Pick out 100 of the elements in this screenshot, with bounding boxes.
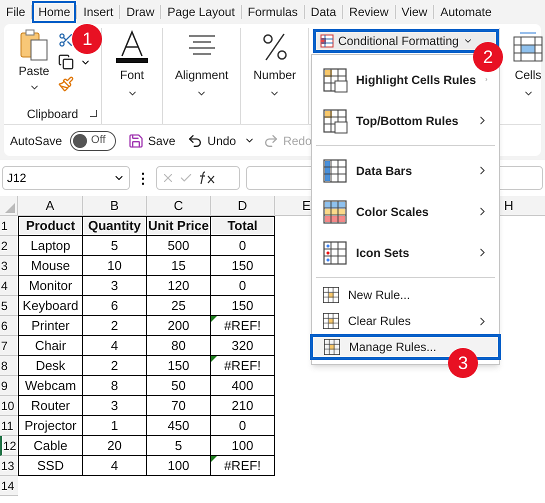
cells-icon[interactable] xyxy=(512,30,544,64)
table-cell: 5 xyxy=(147,436,211,456)
ribbon-tab[interactable]: Formulas xyxy=(242,1,304,23)
autosave-toggle[interactable]: Off xyxy=(70,130,116,150)
table-cell: 120 xyxy=(147,276,211,296)
more-options[interactable]: ⋮ xyxy=(136,168,150,188)
grid-icon xyxy=(322,312,340,330)
menu-item[interactable]: Icon Sets xyxy=(312,232,499,273)
grid-icon xyxy=(323,338,341,356)
grid-icon xyxy=(322,158,348,184)
table-cell: 3 xyxy=(83,276,147,296)
undo-button[interactable]: Undo xyxy=(187,132,236,150)
group-label: Clipboard xyxy=(26,106,78,123)
group-label[interactable]: Cells xyxy=(514,66,542,84)
group-label[interactable]: Number xyxy=(253,66,296,84)
table-cell: 200 xyxy=(147,316,211,336)
row-header[interactable]: 8 xyxy=(0,356,18,376)
table-cell: 4 xyxy=(83,456,147,476)
menu-item[interactable]: Data Bars xyxy=(312,150,499,191)
table-cell: Quantity xyxy=(83,216,147,236)
table-cell: 150 xyxy=(147,356,211,376)
row-header[interactable]: 14 xyxy=(0,476,18,496)
table-cell: 2 xyxy=(83,316,147,336)
paste-icon xyxy=(19,28,49,62)
ribbon-tab[interactable]: Data xyxy=(304,1,342,23)
table-cell: 25 xyxy=(147,296,211,316)
save-button[interactable]: Save xyxy=(128,132,176,150)
table-cell: 15 xyxy=(147,256,211,276)
row-header[interactable]: 6 xyxy=(0,316,18,336)
row-header[interactable]: 10 xyxy=(0,396,18,416)
undo-icon xyxy=(187,132,204,148)
table-cell: 70 xyxy=(147,396,211,416)
column-header[interactable]: D xyxy=(211,196,275,215)
table-cell: Projector xyxy=(18,416,83,436)
copy-icon[interactable] xyxy=(58,54,74,70)
table-cell: 6 xyxy=(83,296,147,316)
row-header[interactable]: 9 xyxy=(0,376,18,396)
table-cell: Chair xyxy=(18,336,83,356)
table-cell: 1 xyxy=(83,416,147,436)
scissors-icon[interactable] xyxy=(58,32,74,48)
grid-icon xyxy=(322,108,348,134)
menu-item[interactable]: New Rule... xyxy=(312,282,499,308)
autosave-label: AutoSave xyxy=(10,132,62,150)
font-icon[interactable] xyxy=(114,30,150,64)
table-cell: #REF! xyxy=(211,356,275,376)
ribbon-tab[interactable]: Insert xyxy=(77,1,120,23)
table-cell: 100 xyxy=(211,436,275,456)
paintbrush-icon[interactable] xyxy=(58,76,74,92)
table-cell: 0 xyxy=(211,416,275,436)
table-cell: 5 xyxy=(83,236,147,256)
column-header[interactable]: A xyxy=(18,196,83,215)
table-cell: Printer xyxy=(18,316,83,336)
table-cell: Keyboard xyxy=(18,296,83,316)
ribbon-tab[interactable]: Review xyxy=(343,1,395,23)
ribbon-tab[interactable]: Home xyxy=(32,1,76,23)
name-box[interactable]: J12 xyxy=(2,166,130,190)
group-label[interactable]: Alignment xyxy=(175,66,228,84)
table-cell: 80 xyxy=(147,336,211,356)
column-header[interactable]: C xyxy=(147,196,211,215)
ribbon-tab[interactable]: Draw xyxy=(120,1,160,23)
table-cell: Monitor xyxy=(18,276,83,296)
table-cell: #REF! xyxy=(211,456,275,476)
ribbon-tab[interactable]: Page Layout xyxy=(161,1,241,23)
dialog-launcher-icon[interactable] xyxy=(90,110,97,117)
row-header[interactable]: 11 xyxy=(0,416,18,436)
table-cell: 210 xyxy=(211,396,275,416)
save-icon xyxy=(128,132,144,148)
row-header[interactable]: 1 xyxy=(0,216,18,236)
table-cell: 450 xyxy=(147,416,211,436)
grid-icon xyxy=(322,240,348,266)
table-cell: 320 xyxy=(211,336,275,356)
table-cell: #REF! xyxy=(211,316,275,336)
table-cell: 4 xyxy=(83,336,147,356)
ribbon-tab[interactable]: View xyxy=(396,1,434,23)
paste-label[interactable]: Paste xyxy=(18,62,50,80)
row-header[interactable]: 13 xyxy=(0,456,18,476)
table-cell: Laptop xyxy=(18,236,83,256)
row-header[interactable]: 7 xyxy=(0,336,18,356)
table-cell: Webcam xyxy=(18,376,83,396)
group-label[interactable]: Font xyxy=(120,66,144,84)
row-header[interactable]: 4 xyxy=(0,276,18,296)
menu-item[interactable]: Top/Bottom Rules xyxy=(312,100,499,141)
table-cell: 500 xyxy=(147,236,211,256)
row-header[interactable]: 3 xyxy=(0,256,18,276)
row-header[interactable]: 12 xyxy=(0,436,18,456)
ribbon-tab[interactable]: File xyxy=(0,1,32,23)
table-cell: SSD xyxy=(18,456,83,476)
menu-item[interactable]: Clear Rules xyxy=(312,308,499,334)
table-cell: 50 xyxy=(147,376,211,396)
table-cell: Product xyxy=(18,216,83,236)
table-cell: Desk xyxy=(18,356,83,376)
table-cell: Mouse xyxy=(18,256,83,276)
table-cell: 150 xyxy=(211,256,275,276)
ribbon-tab[interactable]: Automate xyxy=(434,1,498,23)
table-cell: 3 xyxy=(83,396,147,416)
step-badge: 3 xyxy=(448,348,478,378)
row-header[interactable]: 5 xyxy=(0,296,18,316)
row-header[interactable]: 2 xyxy=(0,236,18,256)
column-header[interactable]: B xyxy=(83,196,147,215)
table-cell: 400 xyxy=(211,376,275,396)
